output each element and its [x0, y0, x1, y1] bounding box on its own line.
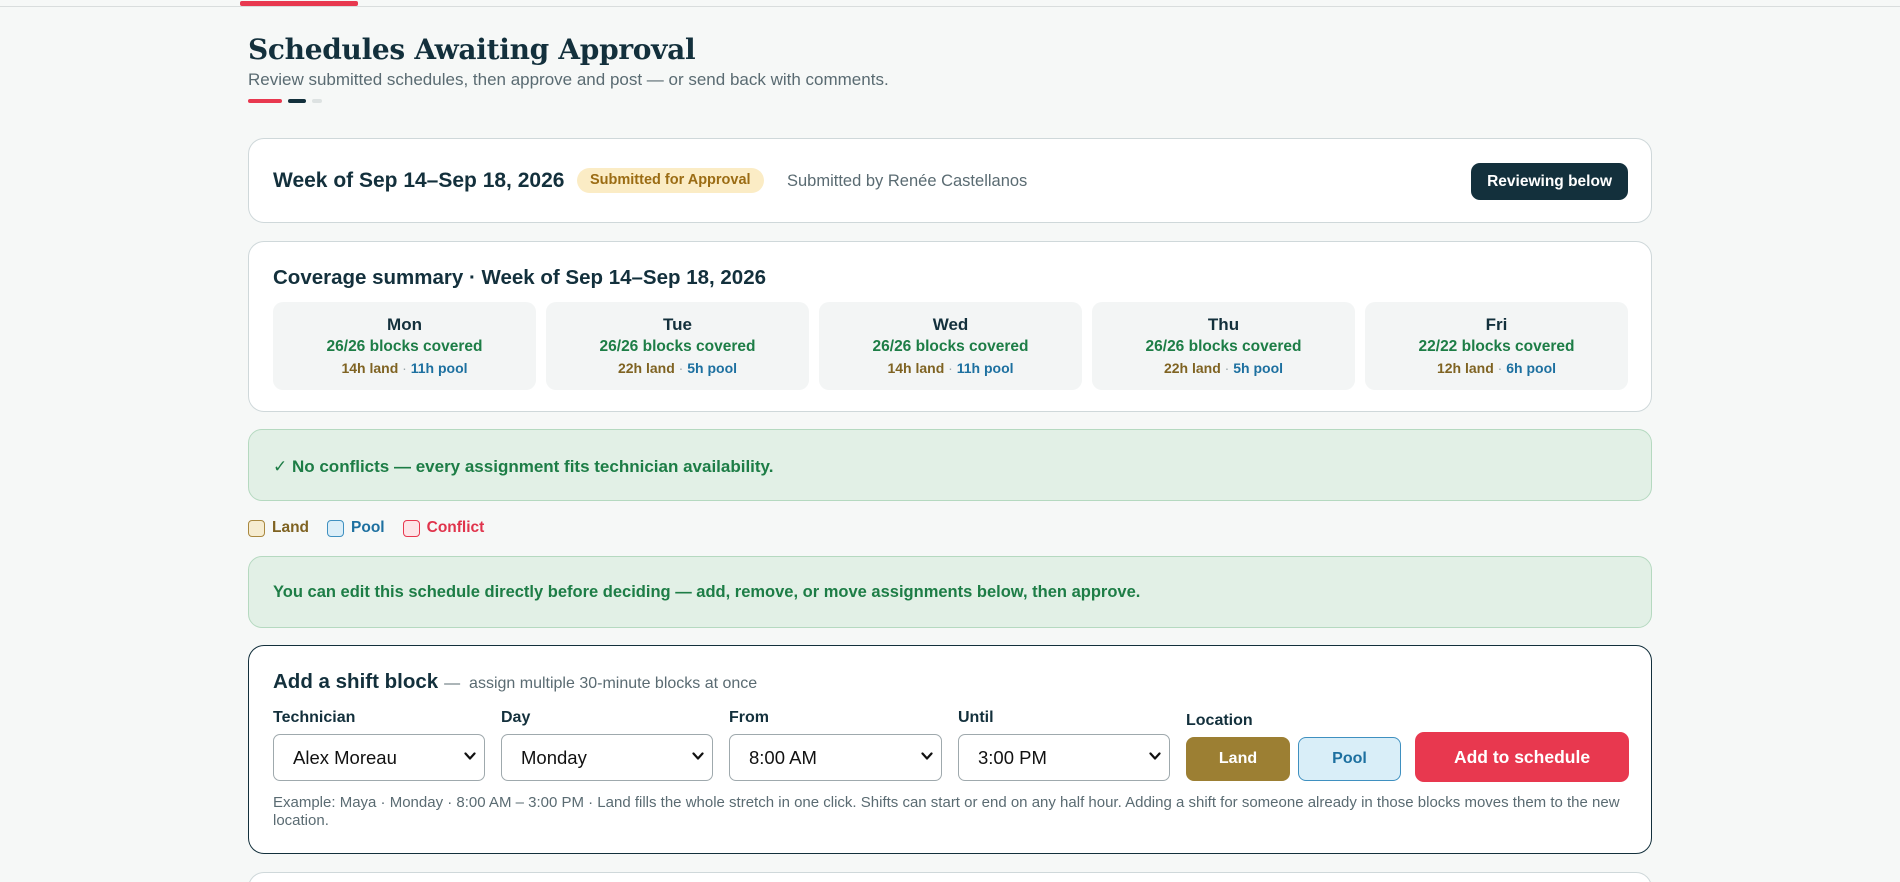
reviewing-below-button[interactable]: Reviewing below: [1471, 163, 1628, 200]
day-name: Mon: [387, 315, 422, 334]
day-name: Fri: [1485, 315, 1508, 334]
legend: Land Pool Conflict: [248, 519, 484, 537]
coverage-days: Mon 26/26 blocks covered 14h land · 11h …: [273, 302, 1628, 390]
edit-notice-text: You can edit this schedule directly befo…: [273, 583, 1141, 601]
decorative-dots: [248, 99, 322, 103]
day-card-tue: Tue 26/26 blocks covered 22h land · 5h p…: [546, 302, 809, 390]
land-hours: 22h land: [1163, 360, 1221, 376]
legend-land: Land: [248, 519, 309, 537]
day-hours: 14h land · 11h pool: [273, 360, 536, 376]
location-land-button[interactable]: Land: [1186, 737, 1290, 781]
add-shift-block-heading: Add a shift block: [273, 670, 439, 693]
until-select-value: 3:00 PM: [978, 747, 1047, 768]
pool-hours: 5h pool: [1233, 360, 1284, 376]
pool-swatch-icon: [327, 519, 345, 537]
submitted-by: Submitted by Renée Castellanos: [787, 172, 1028, 190]
day-select[interactable]: Monday: [501, 734, 713, 781]
legend-conflict-label: Conflict: [426, 519, 485, 536]
page-subtitle: Review submitted schedules, then approve…: [248, 70, 889, 89]
pool-hours: 11h pool: [956, 360, 1014, 376]
dot-navy: [288, 99, 306, 103]
no-conflicts-notice: ✓ No conflicts — every assignment fits t…: [248, 429, 1652, 501]
hours-separator: ·: [402, 360, 407, 376]
day-hours: 14h land · 11h pool: [819, 360, 1082, 376]
day-blocks: 26/26 blocks covered: [599, 338, 756, 355]
chevron-down-icon: [692, 752, 704, 760]
pool-hours: 6h pool: [1506, 360, 1557, 376]
hours-separator: ·: [1224, 360, 1230, 376]
edit-schedule-notice: You can edit this schedule directly befo…: [248, 556, 1652, 628]
location-label: Location: [1186, 712, 1253, 729]
dot-red: [248, 99, 282, 103]
day-name: Thu: [1207, 315, 1240, 334]
legend-pool-label: Pool: [351, 519, 385, 536]
day-hours: 12h land · 6h pool: [1365, 360, 1628, 376]
day-blocks: 22/22 blocks covered: [1418, 338, 1575, 355]
hours-separator: ·: [1497, 360, 1503, 376]
chevron-down-icon: [921, 752, 933, 760]
add-shift-block-hint: — assign multiple 30-minute blocks at on…: [444, 675, 757, 692]
add-shift-block-title: Add a shift block — assign multiple 30-mi…: [273, 670, 757, 694]
coverage-summary-card: Coverage summary · Week of Sep 14–Sep 18…: [248, 241, 1652, 412]
legend-conflict: Conflict: [402, 519, 485, 537]
land-hours: 14h land: [887, 360, 945, 376]
from-select-value: 8:00 AM: [749, 747, 817, 768]
legend-land-label: Land: [272, 519, 310, 536]
schedule-week-card: Week of Sep 14–Sep 18, 2026 Submitted fo…: [248, 138, 1652, 223]
until-label: Until: [958, 709, 994, 726]
chevron-down-icon: [1149, 752, 1161, 760]
hours-separator: ·: [678, 360, 684, 376]
chevron-down-icon: [464, 752, 476, 760]
day-card-wed: Wed 26/26 blocks covered 14h land · 11h …: [819, 302, 1082, 390]
location-pool-button[interactable]: Pool: [1298, 737, 1401, 781]
technician-select-value: Alex Moreau: [293, 747, 397, 768]
day-blocks: 26/26 blocks covered: [872, 338, 1029, 355]
day-select-value: Monday: [521, 747, 587, 768]
day-name: Wed: [932, 315, 969, 334]
day-card-thu: Thu 26/26 blocks covered 22h land · 5h p…: [1092, 302, 1355, 390]
day-label: Day: [501, 709, 531, 726]
hours-separator: ·: [948, 360, 953, 376]
add-shift-block-card: Add a shift block — assign multiple 30-mi…: [248, 645, 1652, 854]
day-card-fri: Fri 22/22 blocks covered 12h land · 6h p…: [1365, 302, 1628, 390]
page-title: Schedules Awaiting Approval: [248, 33, 696, 66]
technician-select[interactable]: Alex Moreau: [273, 734, 485, 781]
hint-text: assign multiple 30-minute blocks at once: [469, 675, 758, 692]
top-nav-bar: [0, 0, 1900, 7]
pool-hours: 11h pool: [410, 360, 468, 376]
week-title: Week of Sep 14–Sep 18, 2026: [273, 169, 565, 192]
from-time-select[interactable]: 8:00 AM: [729, 734, 942, 781]
status-badge: Submitted for Approval: [577, 168, 764, 193]
until-time-select[interactable]: 3:00 PM: [958, 734, 1170, 781]
pool-hours: 5h pool: [687, 360, 738, 376]
technician-label: Technician: [273, 709, 356, 726]
conflict-swatch-icon: [402, 519, 420, 537]
legend-pool: Pool: [327, 519, 385, 537]
dot-gray: [312, 99, 322, 103]
land-hours: 22h land: [617, 360, 675, 376]
day-card-mon: Mon 26/26 blocks covered 14h land · 11h …: [273, 302, 536, 390]
day-blocks: 26/26 blocks covered: [1145, 338, 1302, 355]
next-section-card: [248, 872, 1652, 882]
no-conflicts-text: ✓ No conflicts — every assignment fits t…: [273, 457, 774, 476]
day-name: Tue: [663, 315, 692, 334]
land-hours: 14h land: [341, 360, 399, 376]
coverage-title: Coverage summary · Week of Sep 14–Sep 18…: [273, 266, 767, 289]
day-hours: 22h land · 5h pool: [546, 360, 809, 376]
land-hours: 12h land: [1436, 360, 1494, 376]
land-swatch-icon: [248, 519, 265, 537]
hint-dash: —: [444, 675, 461, 692]
day-hours: 22h land · 5h pool: [1092, 360, 1355, 376]
add-to-schedule-button[interactable]: Add to schedule: [1415, 732, 1629, 782]
add-shift-example: Example: Maya · Monday · 8:00 AM – 3:00 …: [273, 794, 1620, 829]
from-label: From: [729, 709, 769, 726]
active-tab-indicator: [240, 1, 358, 6]
day-blocks: 26/26 blocks covered: [326, 338, 483, 355]
